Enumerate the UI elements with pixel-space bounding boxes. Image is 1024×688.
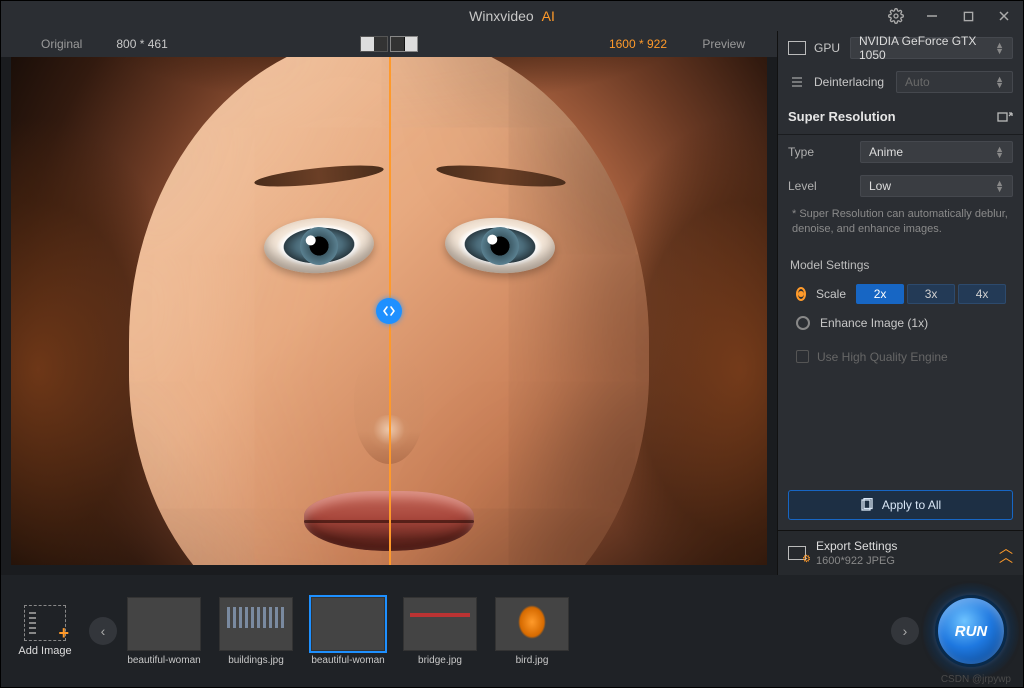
- new-dimensions: 1600 * 922: [609, 37, 667, 51]
- level-select[interactable]: Low ▲▼: [860, 175, 1013, 197]
- hq-row: Use High Quality Engine: [778, 336, 1023, 378]
- deinterlace-icon: [788, 75, 806, 89]
- add-image-label: Add Image: [18, 645, 71, 657]
- scale-label: Scale: [816, 287, 846, 301]
- thumbnails: beautiful-woman buildings.jpg beautiful-…: [125, 597, 883, 666]
- app-suffix: AI: [542, 8, 555, 24]
- thumbnail-image: [403, 597, 477, 651]
- maximize-button[interactable]: [955, 3, 981, 29]
- scale-2x-button[interactable]: 2x: [856, 284, 904, 304]
- export-texts: Export Settings 1600*922 JPEG: [816, 539, 989, 567]
- deinterlacing-select[interactable]: Auto ▲▼: [896, 71, 1013, 93]
- compare-mode-split-left[interactable]: [360, 36, 388, 52]
- type-select[interactable]: Anime ▲▼: [860, 141, 1013, 163]
- deinterlacing-value: Auto: [905, 75, 930, 89]
- export-icon: [788, 546, 806, 560]
- sr-hint: * Super Resolution can automatically deb…: [778, 203, 1023, 248]
- scale-row: Scale 2x 3x 4x: [778, 278, 1023, 310]
- scale-radio[interactable]: [796, 287, 806, 301]
- expand-icon[interactable]: [997, 110, 1013, 124]
- thumbnail-caption: bridge.jpg: [418, 655, 462, 666]
- thumbs-prev-button[interactable]: ‹: [89, 617, 117, 645]
- enhance-row: Enhance Image (1x): [778, 310, 1023, 336]
- apply-label: Apply to All: [882, 498, 941, 512]
- run-ring: [923, 583, 1019, 679]
- panel-spacer: [778, 378, 1023, 480]
- compare-slider-handle[interactable]: [376, 298, 402, 324]
- thumbnail-item[interactable]: bridge.jpg: [401, 597, 479, 666]
- export-settings-row[interactable]: Export Settings 1600*922 JPEG ︿︿: [778, 530, 1023, 575]
- app-window: Winxvideo AI Original 800 * 461: [0, 0, 1024, 688]
- scale-buttons: 2x 3x 4x: [856, 284, 1006, 304]
- level-row: Level Low ▲▼: [778, 169, 1023, 203]
- gpu-row: GPU NVIDIA GeForce GTX 1050 ▲▼: [778, 31, 1023, 65]
- minimize-button[interactable]: [919, 3, 945, 29]
- titlebar: Winxvideo AI: [1, 1, 1023, 31]
- gpu-value: NVIDIA GeForce GTX 1050: [859, 34, 995, 62]
- deinterlacing-row: Deinterlacing Auto ▲▼: [778, 65, 1023, 99]
- app-title: Winxvideo AI: [469, 8, 555, 24]
- thumbs-next-button[interactable]: ›: [891, 617, 919, 645]
- image-viewport: [1, 57, 777, 575]
- enhance-label: Enhance Image (1x): [820, 316, 928, 330]
- sr-title: Super Resolution: [788, 109, 896, 124]
- gpu-icon: [788, 41, 806, 55]
- caret-icon: ▲▼: [995, 76, 1004, 88]
- gpu-select[interactable]: NVIDIA GeForce GTX 1050 ▲▼: [850, 37, 1013, 59]
- thumbnail-image: [127, 597, 201, 651]
- window-controls: [883, 1, 1017, 31]
- preview-label: Preview: [702, 37, 745, 51]
- model-settings-title: Model Settings: [778, 248, 1023, 278]
- app-name: Winxvideo: [469, 8, 534, 24]
- hq-label: Use High Quality Engine: [817, 350, 948, 364]
- compare-header: Original 800 * 461 1600 * 922 Preview: [1, 31, 777, 57]
- caret-icon: ▲▼: [995, 42, 1004, 54]
- level-value: Low: [869, 179, 891, 193]
- scale-3x-button[interactable]: 3x: [907, 284, 955, 304]
- thumbnail-strip: Add Image ‹ beautiful-woman buildings.jp…: [1, 575, 1023, 687]
- thumbnail-caption: buildings.jpg: [228, 655, 284, 666]
- thumbnail-item[interactable]: beautiful-woman: [125, 597, 203, 666]
- original-dimensions: 800 * 461: [116, 37, 167, 51]
- apply-to-all-button[interactable]: Apply to All: [788, 490, 1013, 520]
- compare-mode-split-right[interactable]: [390, 36, 418, 52]
- gpu-label: GPU: [814, 41, 842, 55]
- thumbnail-image: [219, 597, 293, 651]
- hq-checkbox[interactable]: [796, 350, 809, 363]
- thumbnail-item[interactable]: buildings.jpg: [217, 597, 295, 666]
- type-value: Anime: [869, 145, 903, 159]
- original-label: Original: [41, 37, 82, 51]
- settings-icon[interactable]: [883, 3, 909, 29]
- thumbnail-image: [311, 597, 385, 651]
- run-wrapper: RUN: [927, 575, 1015, 687]
- add-image-button[interactable]: Add Image: [9, 605, 81, 657]
- thumbnail-item[interactable]: beautiful-woman: [309, 597, 387, 666]
- image-canvas[interactable]: [11, 57, 767, 565]
- chevron-up-icon: ︿︿: [999, 544, 1013, 562]
- thumbnail-caption: bird.jpg: [516, 655, 549, 666]
- add-image-icon: [24, 605, 66, 641]
- super-resolution-header: Super Resolution: [778, 99, 1023, 135]
- thumbnail-image: [495, 597, 569, 651]
- caret-icon: ▲▼: [995, 180, 1004, 192]
- preview-pane: Original 800 * 461 1600 * 922 Preview: [1, 31, 777, 575]
- thumbnail-caption: beautiful-woman: [311, 655, 384, 666]
- compare-mode-toggle: [360, 36, 418, 52]
- main-area: Original 800 * 461 1600 * 922 Preview: [1, 31, 1023, 575]
- deinterlacing-label: Deinterlacing: [814, 75, 884, 89]
- level-label: Level: [788, 179, 852, 193]
- export-sub: 1600*922 JPEG: [816, 555, 989, 567]
- scale-4x-button[interactable]: 4x: [958, 284, 1006, 304]
- type-row: Type Anime ▲▼: [778, 135, 1023, 169]
- type-label: Type: [788, 145, 852, 159]
- thumbnail-caption: beautiful-woman: [127, 655, 200, 666]
- caret-icon: ▲▼: [995, 146, 1004, 158]
- apply-icon: [860, 498, 874, 512]
- enhance-radio[interactable]: [796, 316, 810, 330]
- export-title: Export Settings: [816, 539, 989, 553]
- settings-panel: GPU NVIDIA GeForce GTX 1050 ▲▼ Deinterla…: [777, 31, 1023, 575]
- close-button[interactable]: [991, 3, 1017, 29]
- thumbnail-item[interactable]: bird.jpg: [493, 597, 571, 666]
